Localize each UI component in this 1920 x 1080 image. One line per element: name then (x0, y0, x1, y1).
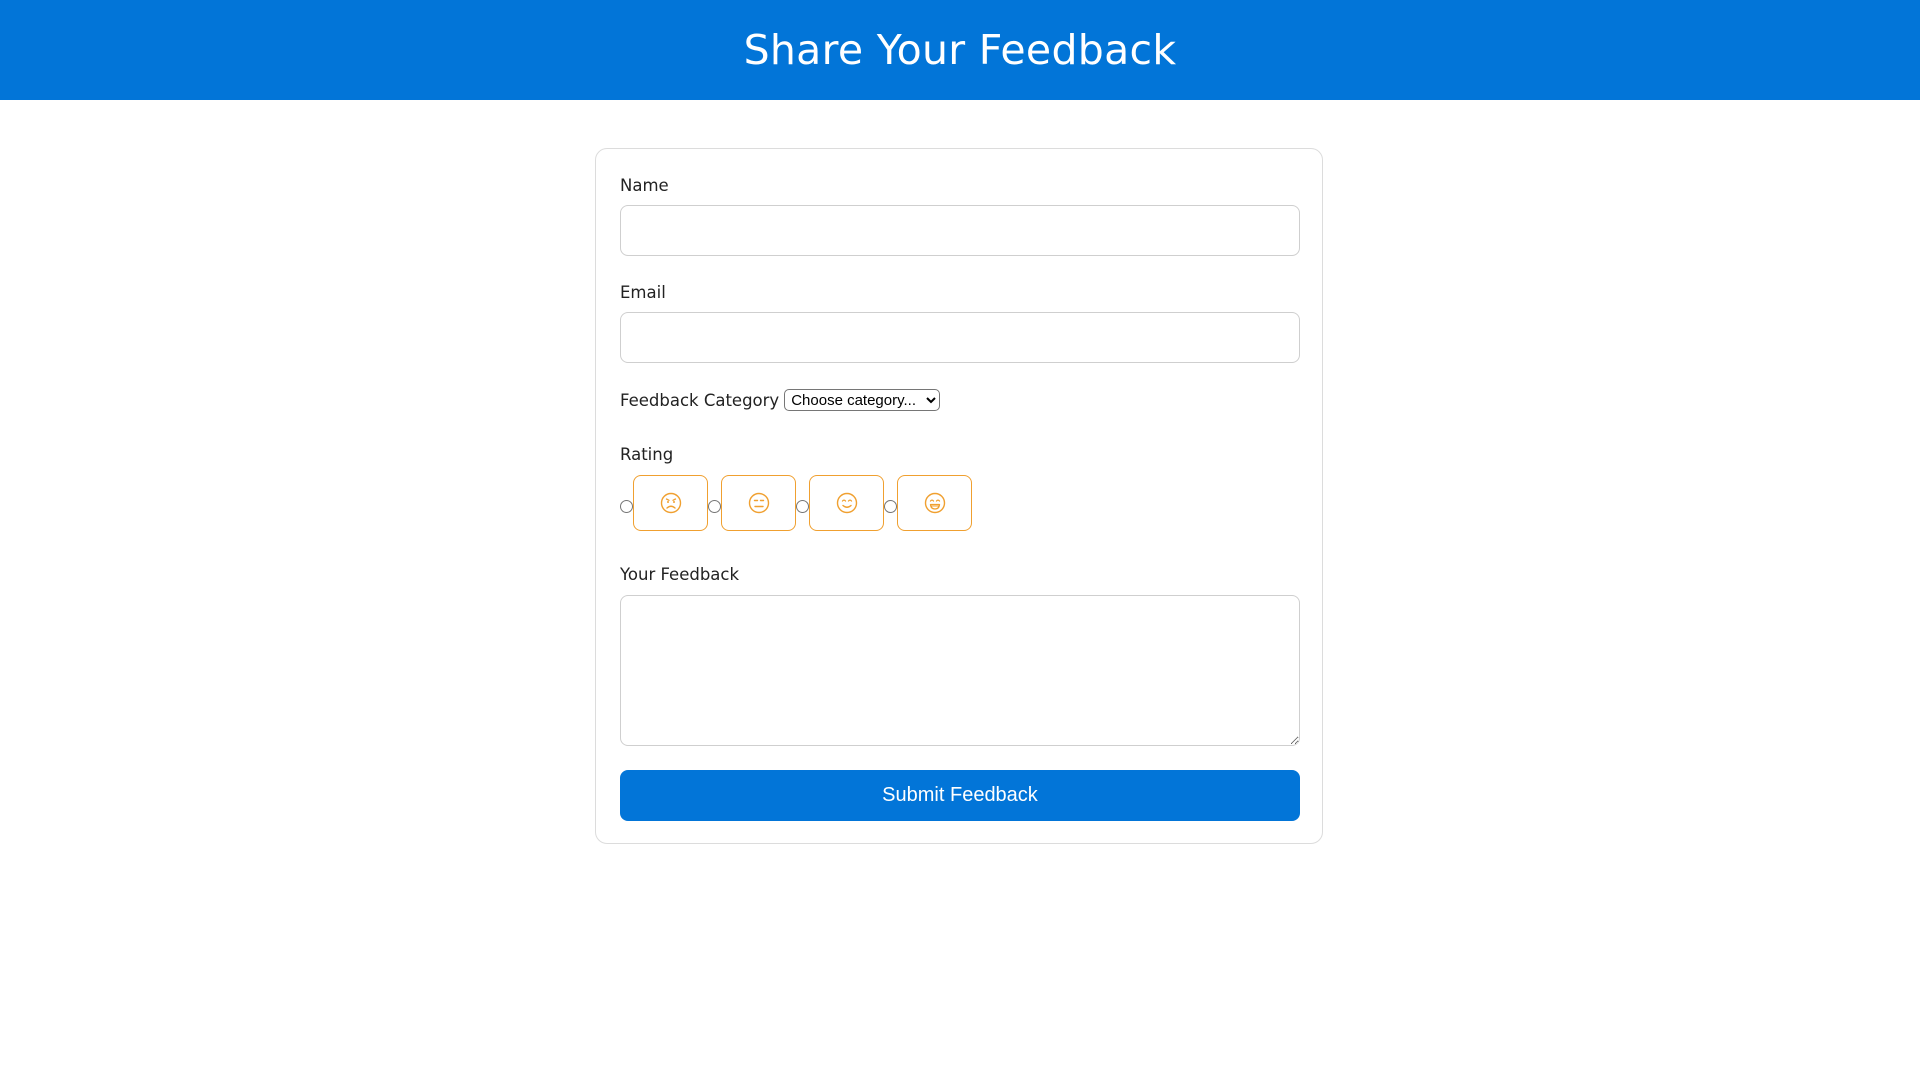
frown-face-icon (660, 492, 681, 514)
neutral-face-icon (748, 492, 769, 514)
name-label: Name (620, 176, 669, 195)
page-header: Share Your Feedback (0, 0, 1920, 100)
rating-radio-1[interactable] (620, 499, 633, 513)
feedback-form: Name Email Feedback Category Choose cate… (595, 148, 1323, 844)
submit-feedback-button[interactable]: Submit Feedback (620, 770, 1300, 821)
rating-radio-3[interactable] (796, 499, 809, 513)
rating-option-1[interactable] (633, 475, 708, 531)
category-select[interactable]: Choose category... (784, 389, 941, 411)
category-row: Feedback Category Choose category... (620, 389, 941, 411)
slight-smile-face-icon (836, 492, 857, 514)
rating-label: Rating (620, 445, 674, 464)
email-input[interactable] (620, 312, 1300, 363)
rating-radio-4[interactable] (884, 499, 897, 513)
name-input[interactable] (620, 205, 1300, 256)
rating-option-4[interactable] (897, 475, 972, 531)
feedback-label: Your Feedback (620, 565, 740, 584)
rating-option-3[interactable] (809, 475, 884, 531)
rating-radio-2[interactable] (708, 499, 721, 513)
page-title: Share Your Feedback (743, 26, 1177, 74)
rating-option-2[interactable] (721, 475, 796, 531)
email-label: Email (620, 283, 666, 302)
feedback-textarea[interactable] (620, 595, 1300, 746)
rating-options (620, 475, 972, 531)
grin-face-icon (924, 492, 945, 514)
category-label: Feedback Category (620, 390, 780, 410)
